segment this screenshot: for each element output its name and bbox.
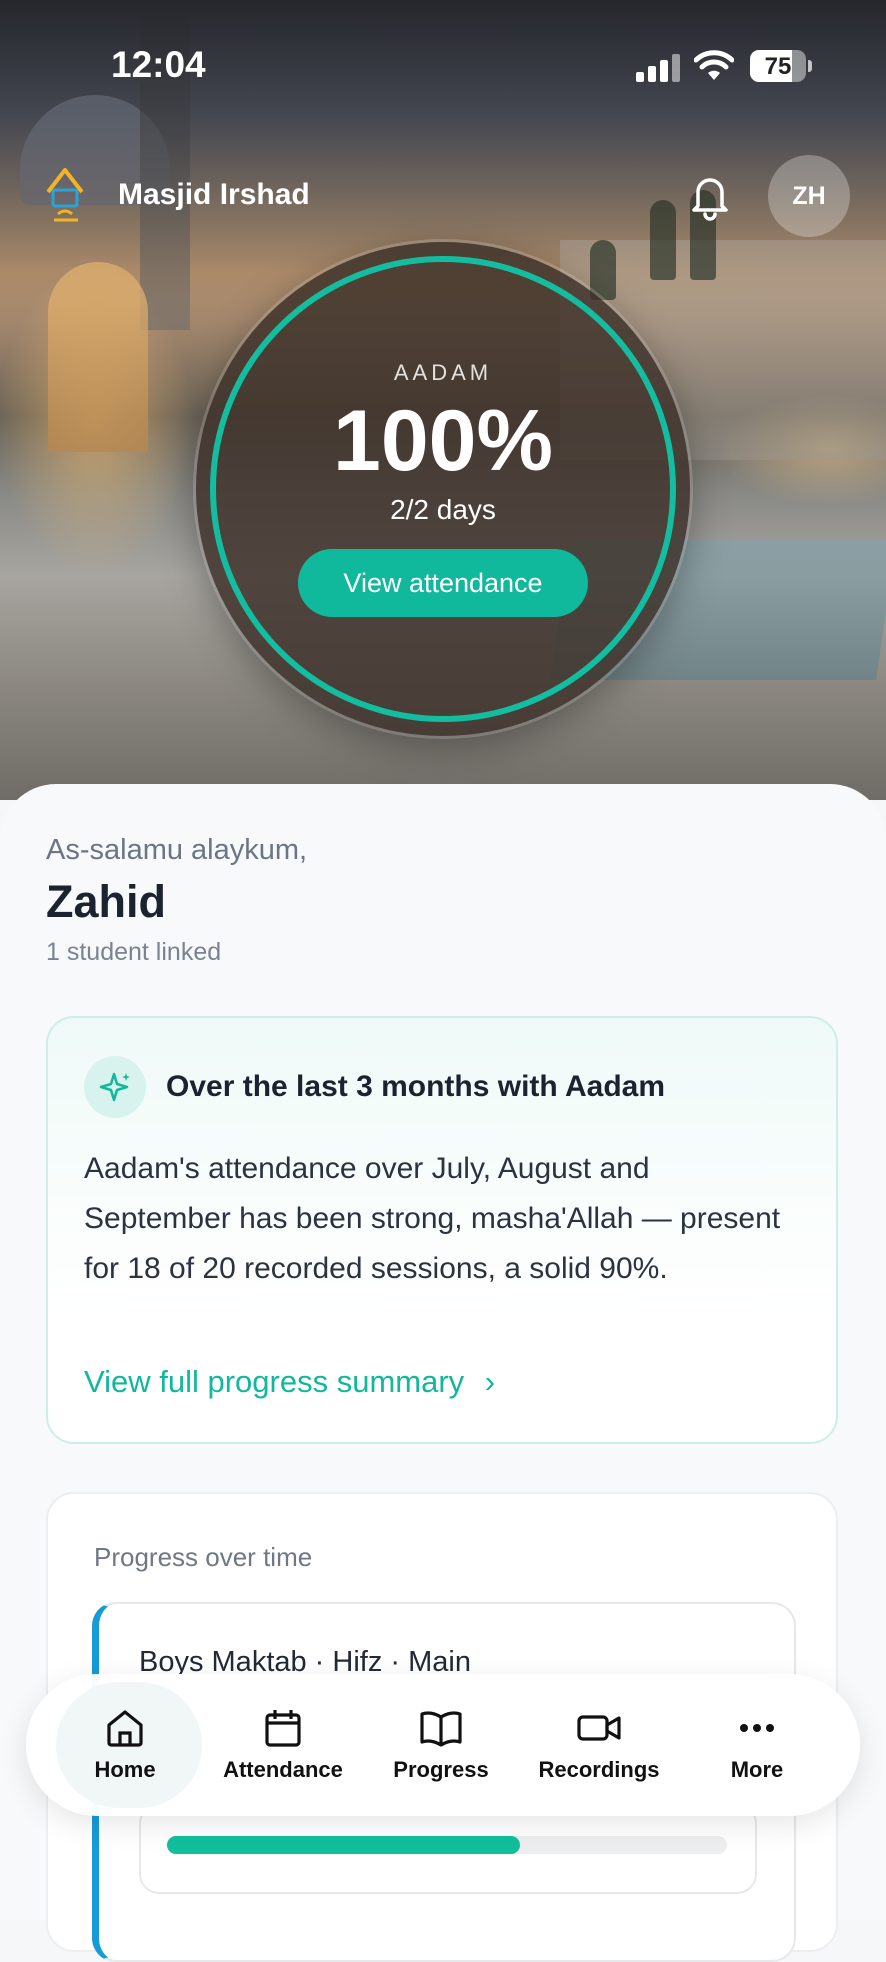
- more-icon: [740, 1724, 774, 1732]
- progress-bar-container: [139, 1804, 757, 1894]
- tab-label: Attendance: [223, 1757, 343, 1782]
- progress-bar-track: [167, 1836, 727, 1854]
- masjid-logo-icon: [46, 168, 84, 222]
- progress-summary-card: Over the last 3 months with Aadam Aadam'…: [46, 1016, 838, 1444]
- cellular-signal-icon: [636, 52, 680, 82]
- video-icon: [577, 1715, 621, 1741]
- user-avatar[interactable]: ZH: [768, 155, 850, 237]
- tab-progress[interactable]: Progress: [362, 1674, 520, 1816]
- status-time: 12:04: [111, 44, 206, 85]
- view-progress-summary-link[interactable]: View full progress summary ›: [84, 1364, 495, 1400]
- calendar-icon: [265, 1710, 301, 1747]
- bottom-tab-bar: Home Attendance Progress Recordings More: [26, 1674, 860, 1816]
- chevron-right-icon: ›: [484, 1364, 496, 1399]
- tab-home[interactable]: Home: [46, 1674, 204, 1816]
- summary-title: Over the last 3 months with Aadam: [166, 1070, 665, 1103]
- summary-link-label: View full progress summary: [84, 1364, 465, 1399]
- tab-label: Recordings: [538, 1757, 660, 1782]
- user-name: Zahid: [46, 876, 166, 927]
- attendance-ring: AADAM 100% 2/2 days View attendance: [196, 242, 690, 736]
- attendance-percent: 100%: [333, 393, 553, 489]
- tab-label: Progress: [393, 1757, 489, 1782]
- attendance-days: 2/2 days: [390, 494, 496, 525]
- sparkle-icon: [84, 1056, 146, 1118]
- summary-body: Aadam's attendance over July, August and…: [84, 1152, 781, 1285]
- org-name: Masjid Irshad: [118, 178, 310, 211]
- greeting-text: As-salamu alaykum,: [46, 834, 308, 866]
- student-name-label: AADAM: [393, 360, 493, 385]
- tab-recordings[interactable]: Recordings: [520, 1674, 678, 1816]
- tab-label: More: [730, 1757, 784, 1782]
- view-attendance-button[interactable]: View attendance: [298, 549, 588, 617]
- battery-icon: 75: [750, 50, 806, 82]
- tab-label: Home: [94, 1757, 156, 1782]
- wifi-icon: [694, 50, 734, 80]
- linked-students-count: 1 student linked: [46, 938, 222, 966]
- home-icon: [107, 1710, 143, 1747]
- tab-attendance[interactable]: Attendance: [204, 1674, 362, 1816]
- notification-bell-icon[interactable]: [686, 170, 734, 222]
- book-icon: [420, 1711, 462, 1747]
- tab-more[interactable]: More: [678, 1674, 836, 1816]
- progress-bar-fill: [167, 1836, 520, 1854]
- progress-heading: Progress over time: [94, 1542, 313, 1572]
